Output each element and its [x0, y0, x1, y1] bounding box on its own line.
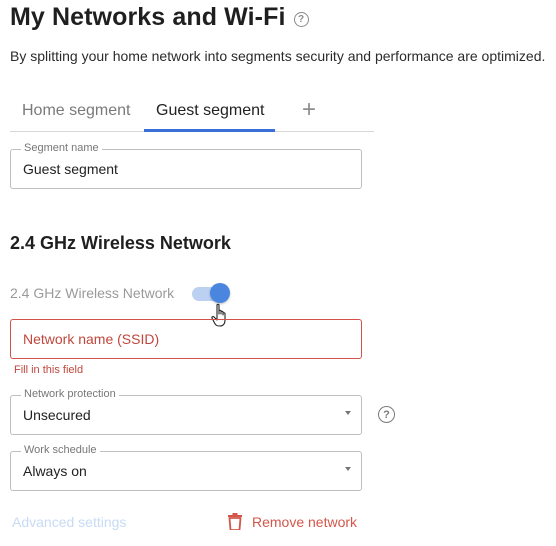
network-protection-value: Unsecured — [23, 407, 91, 423]
advanced-settings-link[interactable]: Advanced settings — [12, 514, 126, 530]
wifi-toggle[interactable] — [190, 283, 231, 303]
wifi-toggle-label: 2.4 GHz Wireless Network — [10, 285, 175, 301]
work-schedule-value: Always on — [23, 463, 87, 479]
page-subtitle: By splitting your home network into segm… — [10, 48, 546, 64]
footer-actions: Advanced settings Remove network — [10, 513, 362, 533]
remove-network-button[interactable]: Remove network — [228, 513, 357, 530]
chevron-down-icon — [345, 411, 351, 415]
work-schedule-legend: Work schedule — [21, 444, 100, 456]
tab-home-segment[interactable]: Home segment — [22, 102, 131, 120]
ssid-placeholder: Network name (SSID) — [23, 331, 160, 347]
help-circle-icon[interactable]: ? — [293, 11, 309, 27]
ssid-error-message: Fill in this field — [14, 364, 84, 376]
ssid-input[interactable]: Network name (SSID) — [10, 319, 362, 359]
segment-name-legend: Segment name — [21, 142, 102, 154]
chevron-down-icon — [345, 467, 351, 471]
segment-tabs: Home segment Guest segment + — [10, 96, 374, 132]
segment-name-value: Guest segment — [23, 161, 118, 177]
wifi-toggle-row: 2.4 GHz Wireless Network — [10, 283, 231, 303]
toggle-thumb — [210, 283, 231, 303]
plus-icon[interactable]: + — [302, 98, 316, 122]
page-title: My Networks and Wi-Fi — [10, 3, 286, 31]
help-circle-icon[interactable]: ? — [378, 406, 395, 423]
active-tab-indicator — [144, 129, 275, 132]
remove-network-label: Remove network — [252, 513, 358, 530]
network-protection-select[interactable]: Network protection Unsecured — [10, 388, 362, 435]
segment-name-field[interactable]: Segment name Guest segment — [10, 142, 362, 189]
page-header: My Networks and Wi-Fi ? — [10, 3, 309, 32]
network-protection-legend: Network protection — [21, 388, 119, 400]
tab-guest-segment[interactable]: Guest segment — [156, 102, 265, 120]
trash-icon — [228, 513, 242, 530]
work-schedule-select[interactable]: Work schedule Always on — [10, 444, 362, 491]
section-title: 2.4 GHz Wireless Network — [10, 233, 231, 253]
